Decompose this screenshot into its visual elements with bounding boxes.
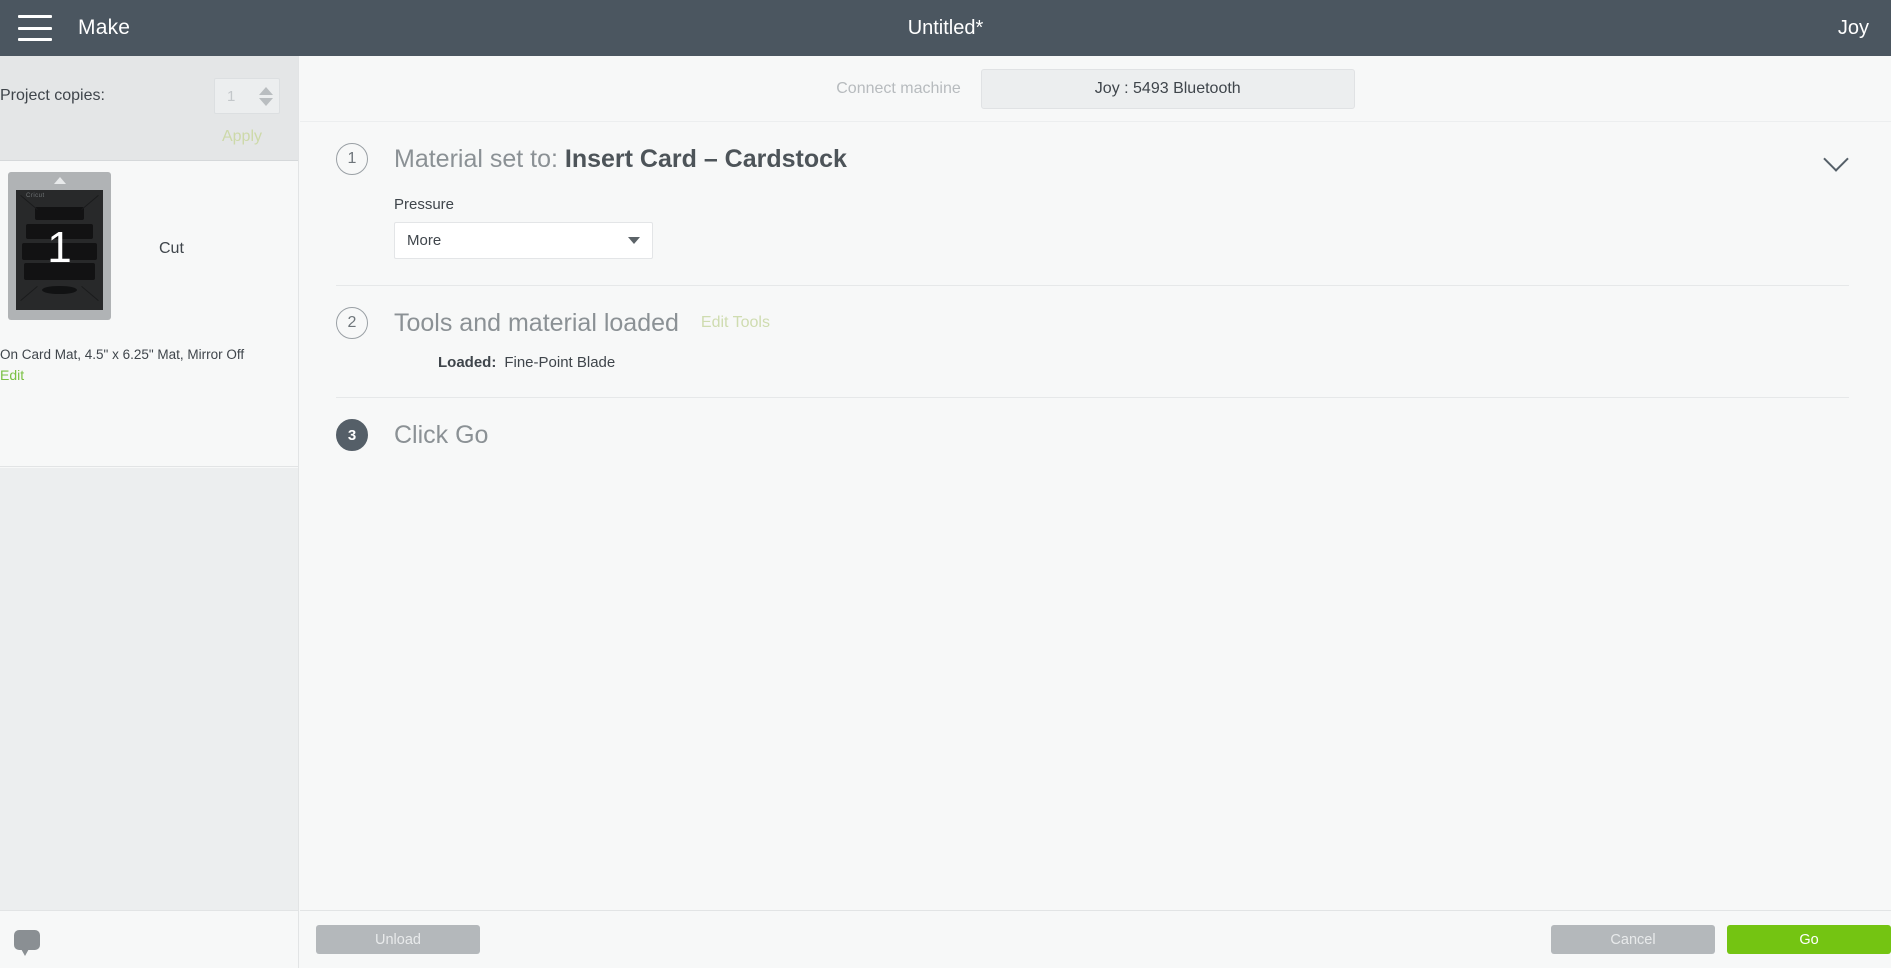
- hamburger-line: [18, 38, 52, 41]
- mat-number-overlay: 1: [47, 222, 72, 272]
- mat-brand-label: Cricut: [26, 193, 45, 199]
- step-2-header: 2 Tools and material loaded Edit Tools: [336, 286, 1849, 360]
- step-2-title: Tools and material loaded: [394, 308, 679, 337]
- chat-bubble-icon[interactable]: [14, 929, 40, 956]
- caret-down-icon: [628, 237, 640, 244]
- cancel-button[interactable]: Cancel: [1551, 925, 1715, 954]
- stepper-up-icon[interactable]: [259, 86, 273, 95]
- top-bar: Make Untitled* Joy: [0, 0, 1891, 56]
- pressure-select[interactable]: More: [394, 222, 653, 259]
- mat-preview-block: Cricut 1 Cut On Card Mat, 4.5" x 6.25" M…: [0, 161, 298, 467]
- mat-orientation-icon: [53, 177, 66, 184]
- connect-machine-label: Connect machine: [836, 79, 961, 97]
- loaded-value: Fine-Point Blade: [504, 354, 616, 371]
- step-1-number: 1: [336, 143, 368, 175]
- hamburger-menu-icon[interactable]: [18, 15, 52, 41]
- step-3-header: 3 Click Go: [336, 398, 1849, 472]
- stepper-arrows[interactable]: [257, 79, 279, 113]
- main-content: Connect machine Joy : 5493 Bluetooth 1 M…: [300, 56, 1891, 968]
- artwork-shape: [81, 286, 99, 301]
- project-copies-row: Project copies: 1: [0, 78, 280, 114]
- stepper-down-icon[interactable]: [259, 97, 273, 106]
- bottom-bar: Unload Cancel Go: [300, 910, 1891, 968]
- step-3-title: Click Go: [394, 420, 489, 449]
- step-1-body: Pressure More: [336, 196, 1849, 285]
- step-1-header: 1 Material set to: Insert Card – Cardsto…: [336, 122, 1849, 196]
- chat-bar: [0, 910, 298, 968]
- mat-preview-row: Cricut 1 Cut: [0, 172, 298, 320]
- document-title: Untitled*: [907, 16, 984, 39]
- artwork-shape: [20, 286, 38, 301]
- project-copies-stepper[interactable]: 1: [214, 78, 280, 114]
- mat-description: On Card Mat, 4.5" x 6.25" Mat, Mirror Of…: [0, 347, 245, 362]
- machine-label: Joy: [1837, 16, 1869, 39]
- project-copies-value[interactable]: 1: [215, 88, 257, 105]
- left-panel-empty-area: [0, 468, 298, 910]
- apply-copies-button[interactable]: Apply: [0, 128, 280, 146]
- machine-select[interactable]: Joy : 5493 Bluetooth: [980, 68, 1355, 109]
- project-copies-block: Project copies: 1 Apply: [0, 56, 298, 161]
- hamburger-line: [18, 15, 52, 18]
- mat-thumbnail[interactable]: Cricut 1: [8, 172, 111, 320]
- step-2-number: 2: [336, 307, 368, 339]
- step-3-number: 3: [336, 419, 368, 451]
- pressure-label: Pressure: [394, 196, 455, 213]
- step-1-title-value: Insert Card – Cardstock: [564, 144, 847, 173]
- step-1-title: Material set to: Insert Card – Cardstock: [394, 145, 847, 174]
- artwork-shape: [42, 286, 77, 295]
- loaded-tool-line: Loaded: Fine-Point Blade: [394, 354, 1849, 371]
- app-title: Make: [78, 16, 131, 39]
- go-button[interactable]: Go: [1727, 925, 1891, 954]
- artwork-shape: [35, 206, 84, 220]
- step-click-go: 3 Click Go: [300, 398, 1891, 472]
- step-2-body: Loaded: Fine-Point Blade: [336, 354, 1849, 397]
- project-copies-label: Project copies:: [0, 87, 105, 104]
- step-tools: 2 Tools and material loaded Edit Tools L…: [300, 286, 1891, 397]
- mat-edit-link[interactable]: Edit: [0, 367, 298, 383]
- left-panel: Project copies: 1 Apply Cricut 1 Cut On …: [0, 56, 299, 968]
- mat-material-area: Cricut 1: [16, 190, 103, 310]
- connect-machine-row: Connect machine Joy : 5493 Bluetooth: [300, 56, 1891, 122]
- step-1-title-prefix: Material set to:: [394, 144, 558, 173]
- edit-tools-link[interactable]: Edit Tools: [701, 314, 770, 332]
- mat-operation-label: Cut: [159, 240, 184, 257]
- artwork-shape: [81, 195, 99, 210]
- loaded-label: Loaded:: [438, 354, 497, 371]
- hamburger-line: [18, 26, 52, 30]
- pressure-value: More: [407, 232, 442, 249]
- unload-button[interactable]: Unload: [316, 925, 480, 954]
- step-material: 1 Material set to: Insert Card – Cardsto…: [300, 122, 1891, 285]
